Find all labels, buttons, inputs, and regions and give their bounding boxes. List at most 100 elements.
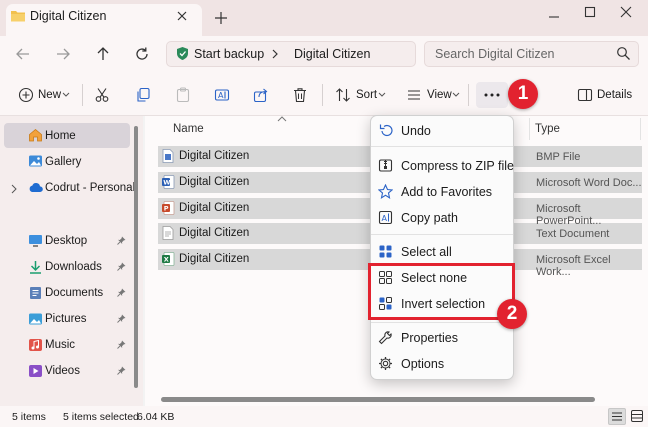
column-divider[interactable]	[529, 118, 530, 140]
forward-arrow-icon[interactable]	[54, 45, 72, 63]
chevron-down-icon[interactable]	[452, 92, 460, 98]
sort-ascending-icon	[277, 116, 287, 122]
chevron-right-icon[interactable]	[10, 184, 18, 194]
cloud-icon	[28, 181, 43, 193]
menu-item-undo[interactable]: Undo	[401, 124, 431, 138]
delete-icon[interactable]	[292, 87, 308, 103]
pin-icon[interactable]	[117, 236, 126, 245]
music-icon	[28, 338, 43, 352]
more-dots-icon	[484, 93, 500, 97]
menu-item-select-all[interactable]: Select all	[401, 245, 452, 259]
column-header-name[interactable]: Name	[173, 123, 204, 135]
new-button[interactable]: New	[38, 89, 61, 101]
download-icon	[28, 260, 43, 274]
new-tab-icon[interactable]	[214, 11, 228, 25]
minimize-icon[interactable]	[548, 11, 560, 23]
file-type: Text Document	[536, 228, 610, 240]
sort-button[interactable]: Sort	[356, 89, 377, 101]
menu-item-add-favorites[interactable]: Add to Favorites	[401, 185, 492, 199]
svg-text:A: A	[382, 214, 388, 223]
see-more-button[interactable]	[476, 82, 508, 108]
step-badge-1: 1	[508, 79, 538, 109]
nav-label-videos[interactable]: Videos	[45, 365, 80, 377]
select-all-icon	[378, 244, 393, 259]
file-name[interactable]: Digital Citizen	[179, 150, 249, 162]
new-plus-icon[interactable]	[18, 87, 34, 103]
back-arrow-icon[interactable]	[14, 45, 32, 63]
menu-divider	[371, 234, 513, 235]
menu-item-compress-zip[interactable]: Compress to ZIP file	[401, 159, 514, 173]
view-icon[interactable]	[406, 87, 422, 103]
horizontal-scrollbar[interactable]	[161, 397, 595, 402]
maximize-icon[interactable]	[584, 6, 596, 18]
column-header-type[interactable]: Type	[535, 123, 560, 135]
pin-icon[interactable]	[117, 366, 126, 375]
chevron-down-icon[interactable]	[62, 92, 70, 98]
gallery-icon	[28, 154, 43, 168]
step-badge-2: 2	[497, 299, 527, 329]
nav-label-gallery[interactable]: Gallery	[45, 156, 81, 168]
file-name[interactable]: Digital Citizen	[179, 227, 249, 239]
folder-icon	[10, 9, 26, 23]
menu-divider	[371, 322, 513, 323]
file-name[interactable]: Digital Citizen	[179, 253, 249, 265]
word-file-icon: W	[162, 175, 175, 189]
details-button[interactable]: Details	[597, 89, 632, 101]
toolbar-separator	[322, 84, 323, 106]
share-icon[interactable]	[253, 87, 269, 103]
menu-item-options[interactable]: Options	[401, 357, 444, 371]
toolbar-separator	[82, 84, 83, 106]
copy-path-icon: A	[378, 210, 393, 225]
cut-icon[interactable]	[94, 87, 110, 103]
svg-text:A: A	[218, 91, 224, 100]
pictures-icon	[28, 312, 43, 326]
chevron-right-icon[interactable]	[270, 48, 280, 60]
file-type: Microsoft Word Doc...	[536, 177, 642, 189]
nav-label-home: Home	[45, 130, 76, 142]
chevron-down-icon[interactable]	[378, 92, 386, 98]
view-button[interactable]: View	[427, 89, 452, 101]
tiles-view-toggle[interactable]	[630, 409, 644, 423]
nav-label-codrut-personal[interactable]: Codrut - Personal	[45, 182, 135, 194]
list-view-icon	[612, 412, 622, 421]
file-type: Microsoft PowerPoint...	[536, 203, 602, 227]
pin-icon[interactable]	[117, 314, 126, 323]
search-icon[interactable]	[616, 46, 631, 61]
up-arrow-icon[interactable]	[94, 45, 112, 63]
column-divider[interactable]	[640, 118, 641, 140]
file-type: Microsoft Excel Work...	[536, 254, 611, 278]
copy-icon[interactable]	[135, 87, 151, 103]
selected-size: 6.04 KB	[137, 411, 175, 423]
selected-count: 5 items selected	[63, 411, 139, 423]
breadcrumb-start-backup[interactable]: Start backup	[194, 47, 264, 61]
navigation-scrollbar[interactable]	[134, 126, 138, 388]
file-name[interactable]: Digital Citizen	[179, 202, 249, 214]
details-view-toggle[interactable]	[608, 408, 626, 425]
videos-icon	[28, 364, 43, 378]
details-pane-icon[interactable]	[577, 87, 593, 103]
nav-label-downloads[interactable]: Downloads	[45, 261, 102, 273]
nav-label-pictures[interactable]: Pictures	[45, 313, 87, 325]
file-name[interactable]: Digital Citizen	[179, 176, 249, 188]
rename-icon[interactable]: A	[214, 87, 230, 103]
properties-icon	[378, 330, 393, 345]
menu-item-properties[interactable]: Properties	[401, 331, 458, 345]
nav-label-music[interactable]: Music	[45, 339, 75, 351]
undo-icon	[378, 123, 393, 138]
toolbar-separator	[468, 84, 469, 106]
nav-label-documents[interactable]: Documents	[45, 287, 103, 299]
refresh-icon[interactable]	[133, 45, 151, 63]
pin-icon[interactable]	[117, 340, 126, 349]
svg-text:X: X	[164, 256, 169, 264]
close-tab-icon[interactable]	[174, 8, 190, 24]
sort-icon[interactable]	[335, 87, 351, 103]
breadcrumb-current[interactable]: Digital Citizen	[294, 47, 370, 61]
star-icon	[378, 184, 393, 199]
desktop-icon	[28, 234, 43, 247]
pin-icon[interactable]	[117, 262, 126, 271]
pin-icon[interactable]	[117, 288, 126, 297]
menu-item-copy-path[interactable]: Copy path	[401, 211, 458, 225]
close-window-icon[interactable]	[620, 6, 632, 18]
nav-label-desktop[interactable]: Desktop	[45, 235, 87, 247]
home-icon	[28, 128, 43, 142]
